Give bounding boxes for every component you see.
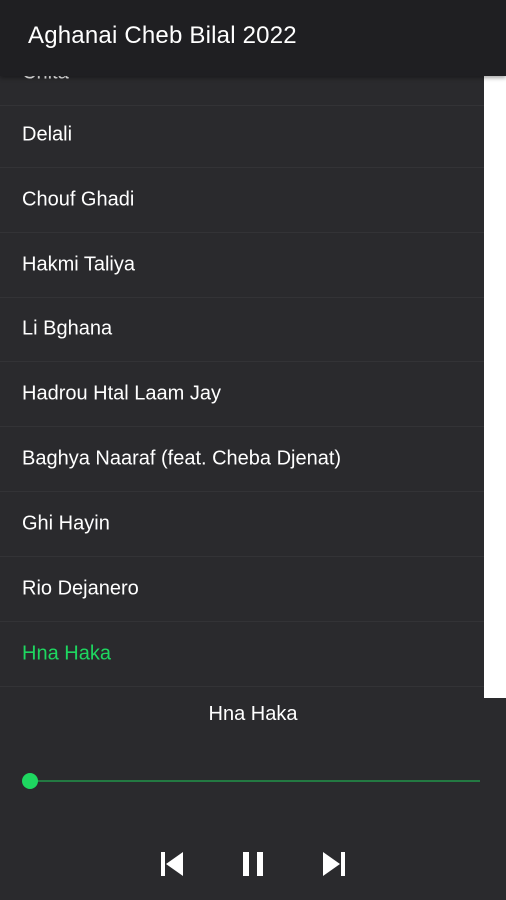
- player-bar: Hna Haka: [0, 698, 506, 900]
- song-list[interactable]: Chita Delali Chouf Ghadi Hakmi Taliya Li…: [0, 76, 484, 698]
- song-item-hna-haka[interactable]: Hna Haka: [0, 622, 484, 687]
- next-button[interactable]: [316, 846, 352, 882]
- song-item-li-bghana[interactable]: Li Bghana: [0, 297, 484, 362]
- app-bar: Aghanai Cheb Bilal 2022: [0, 0, 506, 76]
- music-player-screen: Aghanai Cheb Bilal 2022 Chita Delali Cho…: [0, 0, 506, 900]
- song-title-active: Hna Haka: [22, 642, 111, 665]
- song-item-hakmi-taliya[interactable]: Hakmi Taliya: [0, 233, 484, 298]
- song-title: Li Bghana: [22, 317, 113, 340]
- song-title: Hadrou Htal Laam Jay: [22, 382, 221, 405]
- song-title: Ghi Hayin: [22, 512, 110, 535]
- app-title: Aghanai Cheb Bilal 2022: [28, 22, 297, 49]
- list-edge-panel: [484, 76, 506, 698]
- song-title: Hakmi Taliya: [22, 253, 135, 276]
- song-title: Delali: [22, 123, 73, 146]
- song-item-hadrou-htal-laam-jay[interactable]: Hadrou Htal Laam Jay: [0, 362, 484, 427]
- pause-button[interactable]: [235, 846, 271, 882]
- now-playing-title: Hna Haka: [208, 703, 298, 725]
- song-item-delali[interactable]: Delali: [0, 103, 484, 168]
- song-title: Chouf Ghadi: [22, 188, 135, 211]
- seek-thumb[interactable]: [22, 773, 38, 789]
- song-item-baghya-naaraf[interactable]: Baghya Naaraf (feat. Cheba Djenat): [0, 427, 484, 492]
- skip-next-icon: [323, 852, 345, 876]
- song-item-chita[interactable]: Chita: [0, 76, 484, 106]
- song-item-chouf-ghadi[interactable]: Chouf Ghadi: [0, 168, 484, 233]
- seek-bar[interactable]: [30, 780, 480, 782]
- skip-previous-icon: [161, 852, 183, 876]
- pause-icon: [243, 852, 263, 876]
- song-title: Chita: [22, 76, 69, 85]
- previous-button[interactable]: [154, 846, 190, 882]
- song-title: Baghya Naaraf (feat. Cheba Djenat): [22, 447, 342, 470]
- song-title: Rio Dejanero: [22, 577, 139, 600]
- song-item-ghi-hayin[interactable]: Ghi Hayin: [0, 492, 484, 557]
- song-item-rio-dejanero[interactable]: Rio Dejanero: [0, 557, 484, 622]
